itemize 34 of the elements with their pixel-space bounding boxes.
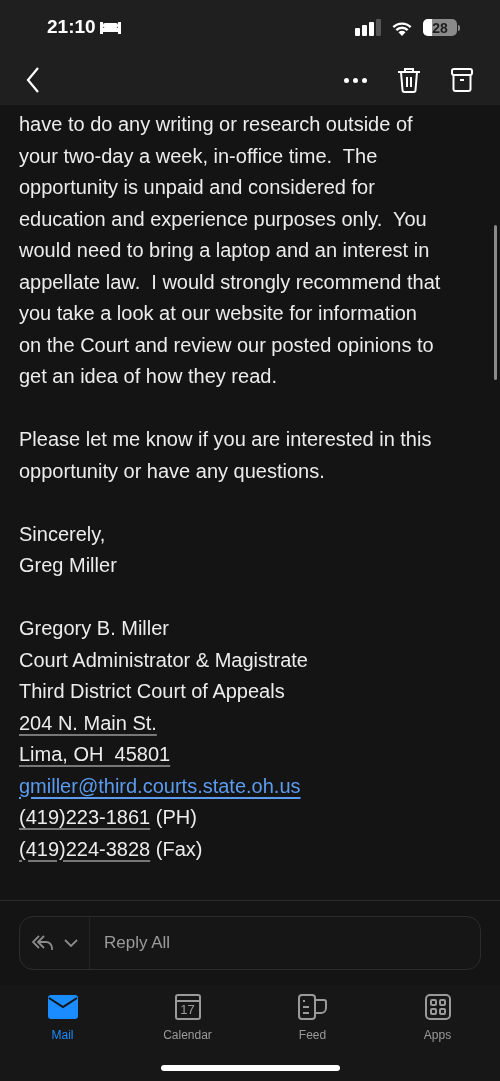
phone-label: (Fax) <box>154 836 203 862</box>
archive-button[interactable] <box>451 68 473 92</box>
reply-field[interactable]: Reply All <box>19 916 481 970</box>
document-icon <box>297 994 328 1020</box>
bed-icon <box>99 21 121 34</box>
address-link[interactable]: Lima, OH 45801 <box>19 743 171 765</box>
message-paragraph: Please let me know if you are interested in this opportunity or have any questions. <box>19 427 432 484</box>
chevron-down-icon <box>63 939 78 947</box>
back-button[interactable] <box>26 67 42 93</box>
tab-bar-item[interactable]: Feed <box>250 993 375 1044</box>
clock-time: 21:10 <box>47 15 96 40</box>
signature-line: Third District Court of Appeals <box>19 679 285 704</box>
tab-bar-item[interactable]: 17 Calendar <box>125 993 250 1044</box>
envelope-icon <box>47 995 78 1019</box>
reply-input[interactable]: Reply All <box>90 930 480 956</box>
calendar-icon: 17 <box>174 994 201 1020</box>
email-link[interactable]: gmiller@third.courts.state.oh.us <box>19 774 301 797</box>
message-paragraph: have to do any writing or research outside of your two-day a week, in-office time. The opportunity is unpaid and considered for education and experience purposes only. You would need to bring a laptop and an interest in appellate law. I would strongly recommend that you take a look at our website for information on the Court and review our posted opinions to get an idea of how they read. <box>19 112 441 389</box>
battery-icon: 28 <box>423 19 460 36</box>
more-button[interactable] <box>344 77 367 83</box>
tab-bar-item[interactable]: Apps <box>375 993 500 1044</box>
grid-icon <box>424 994 451 1020</box>
address-link[interactable]: 204 N. Main St. <box>19 711 157 734</box>
trash-button[interactable] <box>397 67 421 93</box>
phone-label: (PH) <box>154 805 197 830</box>
signature-line: Gregory B. Miller <box>19 616 170 641</box>
tab-bar-item[interactable]: Mail <box>0 993 125 1044</box>
signature-line: Court Administrator & Magistrate <box>19 647 308 673</box>
phone-link[interactable]: (419)224-3828 <box>19 833 151 865</box>
signal-icon <box>355 19 381 36</box>
phone-link[interactable]: (419)223-1861 <box>19 802 151 834</box>
message-paragraph: Sincerely, Greg Miller <box>19 521 117 578</box>
wifi-icon <box>391 19 413 36</box>
reply-all-icon <box>31 935 54 951</box>
